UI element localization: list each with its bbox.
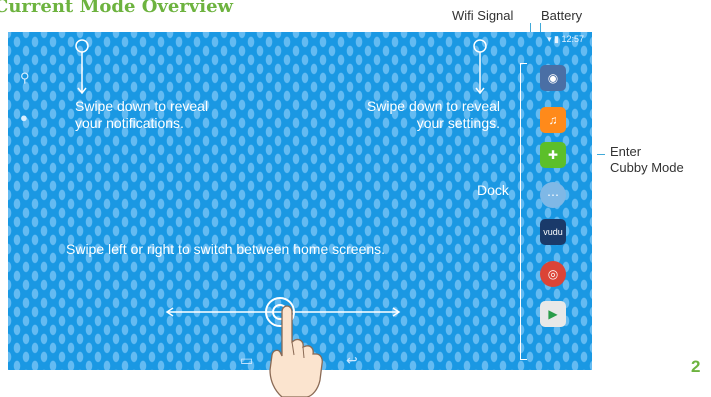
status-time: 12:57 — [561, 34, 584, 44]
vudu-app-icon[interactable]: vudu — [540, 219, 566, 245]
app-drawer-icon[interactable]: ⋯ — [540, 182, 566, 208]
notifications-hint-line1: Swipe down to reveal — [75, 98, 209, 114]
hand-icon — [269, 305, 323, 397]
settings-hint-line2: your settings. — [416, 115, 500, 131]
battery-icon: ▮ — [554, 34, 559, 44]
settings-pointer — [473, 39, 487, 95]
cubby-mode-label: Enter Cubby Mode — [610, 144, 684, 176]
headphones-app-icon[interactable]: ♫ — [540, 107, 566, 133]
cubby-label-line1: Enter — [610, 144, 642, 159]
microphone-icon[interactable]: ● — [20, 110, 28, 125]
cubby-label-line2: Cubby Mode — [610, 160, 684, 175]
search-icon[interactable]: ⚲ — [20, 70, 30, 86]
page-number: 2 — [691, 357, 701, 376]
notifications-hint-line2: your notifications. — [75, 115, 184, 131]
wifi-callout-line — [530, 23, 531, 32]
back-icon[interactable]: ↩ — [346, 352, 358, 369]
camera-app-icon[interactable]: ◉ — [540, 65, 566, 91]
wifi-signal-label: Wifi Signal — [452, 8, 514, 23]
play-store-icon[interactable]: ▶ — [540, 301, 566, 327]
recent-apps-icon[interactable]: ▭ — [240, 352, 253, 369]
status-bar: ▾ ▮ 12:57 — [547, 34, 584, 45]
dock-bracket — [520, 63, 527, 360]
cubby-callout-line — [597, 154, 605, 155]
dock-label: Dock — [477, 182, 509, 198]
puzzle-app-icon[interactable]: ✚ — [540, 142, 566, 168]
notifications-pointer — [75, 39, 89, 95]
battery-callout-line — [540, 23, 541, 32]
wifi-signal-icon: ▾ — [546, 34, 552, 44]
battery-label: Battery — [541, 8, 583, 23]
swipe-hint: Swipe left or right to switch between ho… — [66, 241, 386, 257]
settings-hint: Swipe down to reveal your settings. — [328, 98, 500, 132]
page-title: Current Mode Overview — [0, 0, 234, 17]
settings-hint-line1: Swipe down to reveal — [366, 98, 500, 114]
chrome-app-icon[interactable]: ◎ — [540, 261, 566, 287]
notifications-hint: Swipe down to reveal your notifications. — [75, 98, 208, 132]
